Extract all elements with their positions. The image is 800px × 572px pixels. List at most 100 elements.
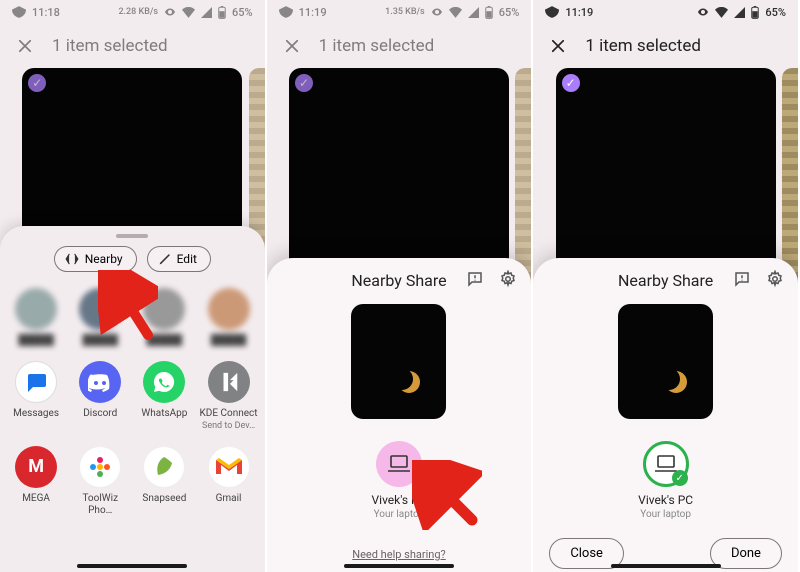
success-check-icon: ✓ [672,470,688,486]
bitdefender-icon [279,6,293,18]
selection-title: 1 item selected [585,36,701,56]
gmail-icon [216,457,242,477]
nearby-icon [65,252,79,266]
wifi-icon [449,7,462,18]
photo-thumbnail[interactable]: ✓ [22,68,242,248]
share-apps-row-1: Messages Discord WhatsApp KDE Connect S [0,357,265,442]
screenshot-2-nearby-searching: 11:19 1.35 KB/s 65% 1 item selected ✓ Ne… [267,0,534,572]
signal-icon [468,7,479,18]
nearby-share-panel: Nearby Share ✓ Vivek's PC Your laptop Cl… [533,258,798,572]
status-bar: 11:18 2.28 KB/s 65% [0,0,265,24]
device-avatar: ✓ [643,441,689,487]
eye-icon [697,6,709,18]
messages-icon [24,370,48,394]
app-label: ToolWiz Pho… [82,493,118,516]
leaf-icon [152,455,176,479]
selected-check-icon: ✓ [28,74,46,92]
nearby-share-panel: Nearby Share Vivek's PC Your laptop Need… [267,258,532,572]
battery-pct: 65% [765,6,786,19]
share-app-gmail[interactable]: Gmail [198,446,260,517]
eye-icon [431,6,443,18]
share-app-messages[interactable]: Messages [5,361,67,432]
pencil-icon [158,253,171,266]
close-icon[interactable] [283,37,301,55]
share-apps-row-2: M MEGA ToolWiz Pho… Snapseed Gmail [0,442,265,527]
share-app-whatsapp[interactable]: WhatsApp [133,361,195,432]
eye-icon [164,6,176,18]
help-sharing-link[interactable]: Need help sharing? [267,548,532,561]
share-app-snapseed[interactable]: Snapseed [133,446,195,517]
screenshot-1-share-sheet: 11:18 2.28 KB/s 65% 1 item selected ✓ Ne… [0,0,267,572]
device-name: Vivek's PC [533,493,798,507]
signal-icon [734,7,745,18]
battery-icon [218,6,226,19]
share-preview [618,304,713,419]
contact-suggestion[interactable]: █████ [69,288,131,347]
nearby-chip-label: Nearby [85,252,123,266]
status-bar: 11:19 1.35 KB/s 65% [267,0,532,24]
nearby-chip[interactable]: Nearby [54,246,137,272]
android-share-sheet: Nearby Edit █████ █████ █████ █████ Mess… [0,226,265,572]
share-app-discord[interactable]: Discord [69,361,131,432]
contact-suggestion[interactable]: █████ [133,288,195,347]
battery-pct: 65% [232,6,253,19]
selection-title: 1 item selected [52,36,168,56]
gesture-nav-bar[interactable] [77,564,187,568]
gesture-nav-bar[interactable] [344,564,454,568]
device-subtitle: Your laptop [533,509,798,520]
close-icon[interactable] [549,37,567,55]
nearby-share-title: Nearby Share [351,271,446,290]
clock: 11:19 [299,6,327,19]
app-label: MEGA [22,493,50,504]
selection-header: 1 item selected [0,24,265,68]
nearby-device[interactable]: Vivek's PC Your laptop [267,441,532,520]
app-label: WhatsApp [141,408,187,419]
contact-suggestion[interactable]: █████ [198,288,260,347]
done-button[interactable]: Done [710,538,782,569]
app-label: Snapseed [142,493,186,504]
share-app-toolwiz[interactable]: ToolWiz Pho… [69,446,131,517]
gesture-nav-bar[interactable] [611,564,721,568]
wifi-icon [182,7,195,18]
feedback-icon[interactable] [733,270,751,288]
battery-icon [485,6,493,19]
share-contacts-row: █████ █████ █████ █████ [0,284,265,357]
clock: 11:18 [32,6,60,19]
device-name: Vivek's PC [267,493,532,507]
app-label: Discord [83,408,117,419]
discord-icon [88,372,112,392]
selected-check-icon: ✓ [295,74,313,92]
signal-icon [201,7,212,18]
nearby-device[interactable]: ✓ Vivek's PC Your laptop [533,441,798,520]
gear-icon[interactable] [499,270,517,288]
nearby-share-title: Nearby Share [618,271,713,290]
share-app-mega[interactable]: M MEGA [5,446,67,517]
app-label: Messages [13,408,59,419]
wifi-icon [715,7,728,18]
device-avatar [376,441,422,487]
selection-title: 1 item selected [319,36,435,56]
app-label: KDE Connect [200,408,258,419]
laptop-icon [387,454,411,474]
close-icon[interactable] [16,37,34,55]
kde-icon [218,371,240,393]
battery-icon [751,6,759,19]
device-subtitle: Your laptop [267,509,532,520]
selection-header: 1 item selected [533,24,798,68]
sheet-grabber[interactable] [116,234,148,238]
bitdefender-icon [545,6,559,18]
app-label-secondary: Send to Dev… [198,420,260,432]
gear-icon[interactable] [766,270,784,288]
selection-header: 1 item selected [267,24,532,68]
whatsapp-icon [152,370,176,394]
share-app-kdeconnect[interactable]: KDE Connect Send to Dev… [198,361,260,432]
flower-icon [88,455,112,479]
feedback-icon[interactable] [466,270,484,288]
moon-icon [398,371,420,393]
battery-pct: 65% [499,6,520,19]
bitdefender-icon [12,6,26,18]
contact-suggestion[interactable]: █████ [5,288,67,347]
status-bar: 11:19 65% [533,0,798,24]
edit-chip[interactable]: Edit [147,246,211,272]
share-preview [351,304,446,419]
